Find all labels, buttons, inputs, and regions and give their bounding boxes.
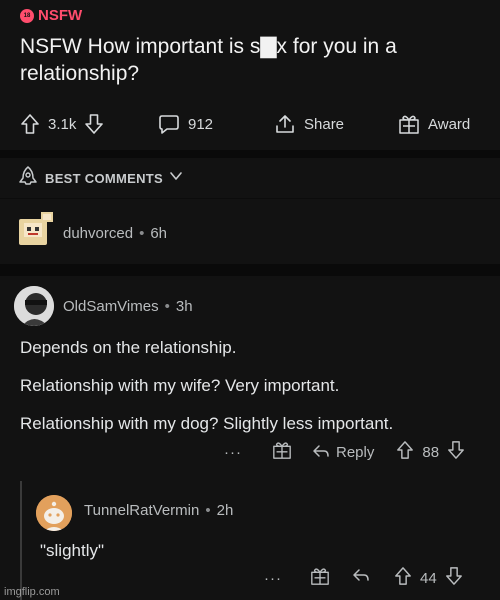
post-action-bar: 3.1k 912 Share Award xyxy=(0,110,500,138)
reply-arrow-icon xyxy=(313,445,329,457)
nsfw-label: NSFW xyxy=(38,7,83,24)
section-divider xyxy=(0,264,500,276)
award-gift-icon[interactable] xyxy=(272,440,292,464)
sort-label: BEST COMMENTS xyxy=(45,170,164,186)
downvote-icon[interactable] xyxy=(447,440,465,464)
comment-sort-selector[interactable]: BEST COMMENTS xyxy=(0,158,500,198)
comment-bubble-icon xyxy=(158,113,180,135)
reply-button[interactable]: Reply xyxy=(312,444,374,461)
share-icon xyxy=(274,113,296,135)
comment-collapsed[interactable]: duhvorced • 6h xyxy=(0,199,500,264)
comment-meta: duhvorced • 6h xyxy=(63,225,167,242)
comment-author[interactable]: TunnelRatVermin xyxy=(84,502,199,519)
chevron-down-icon xyxy=(169,169,183,188)
nsfw-badge-icon: 18 xyxy=(20,8,34,23)
more-options-icon[interactable]: ··· xyxy=(224,444,244,461)
meta-separator: • xyxy=(139,225,145,242)
upvote-icon[interactable] xyxy=(20,113,40,135)
comment-toolbar: ··· Reply 88 xyxy=(224,440,465,464)
upvote-icon[interactable] xyxy=(394,566,412,590)
avatar[interactable] xyxy=(36,495,72,531)
comment-time: 2h xyxy=(216,502,234,519)
award-label: Award xyxy=(428,115,471,133)
more-options-icon[interactable]: ··· xyxy=(264,570,284,587)
share-button[interactable]: Share xyxy=(274,110,344,138)
upvote-count: 3.1k xyxy=(48,115,77,133)
reply-arrow-icon[interactable] xyxy=(352,568,370,588)
avatar[interactable] xyxy=(14,286,54,326)
comment-body-line: "slightly" xyxy=(40,541,105,560)
meta-separator: • xyxy=(164,298,170,315)
post-title[interactable]: NSFW How important is s▇x for you in a r… xyxy=(20,33,480,87)
downvote-icon[interactable] xyxy=(445,566,463,590)
share-label: Share xyxy=(304,115,345,133)
reply-label: Reply xyxy=(336,443,375,461)
avatar[interactable] xyxy=(14,209,56,251)
watermark: imgflip.com xyxy=(4,586,60,598)
comment-score: 44 xyxy=(420,569,437,587)
comment-count: 912 xyxy=(188,115,214,133)
award-button[interactable]: Award xyxy=(398,110,470,138)
comment-time: 3h xyxy=(175,298,193,315)
award-gift-icon[interactable] xyxy=(310,566,330,590)
meta-separator: • xyxy=(205,502,211,519)
nsfw-tag: 18 NSFW xyxy=(20,7,82,24)
rocket-sort-icon xyxy=(17,165,39,192)
comment-score: 88 xyxy=(422,443,440,461)
comment-meta: OldSamVimes • 3h xyxy=(63,298,193,315)
award-gift-icon xyxy=(398,113,420,135)
comment-body-line: Relationship with my wife? Very importan… xyxy=(20,376,340,395)
comment-author[interactable]: duhvorced xyxy=(63,225,133,242)
comment-meta: TunnelRatVermin • 2h xyxy=(84,502,233,519)
comment-body-line: Depends on the relationship. xyxy=(20,338,237,357)
downvote-icon[interactable] xyxy=(84,113,104,135)
comment-time: 6h xyxy=(150,225,168,242)
post-header: 18 NSFW NSFW How important is s▇x for yo… xyxy=(0,0,500,150)
vote-group: 3.1k xyxy=(20,110,104,138)
section-divider xyxy=(0,150,500,158)
comments-button[interactable]: 912 xyxy=(158,110,213,138)
upvote-icon[interactable] xyxy=(396,440,414,464)
comment: OldSamVimes • 3h Depends on the relation… xyxy=(0,276,500,600)
comment-toolbar: ··· 44 xyxy=(264,566,463,590)
comment-author[interactable]: OldSamVimes xyxy=(63,298,159,315)
reply-thread: TunnelRatVermin • 2h "slightly" ··· 44 xyxy=(20,481,500,600)
comment-body-line: Relationship with my dog? Slightly less … xyxy=(20,414,394,433)
